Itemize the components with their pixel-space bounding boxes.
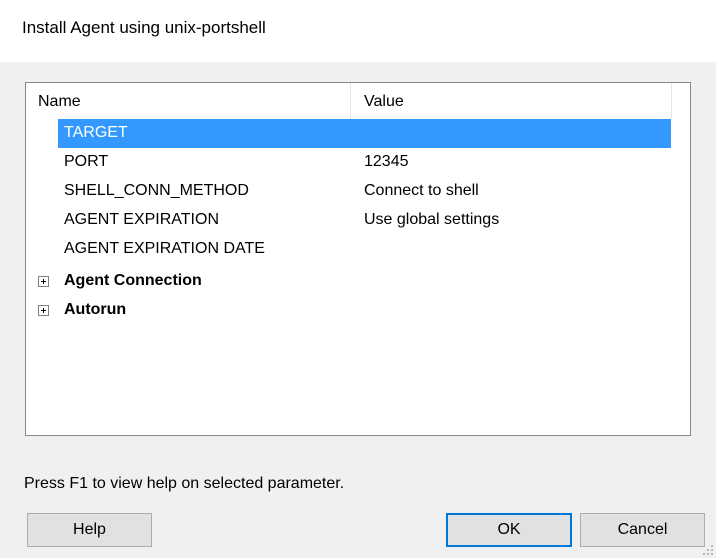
row-name: SHELL_CONN_METHOD: [64, 182, 249, 199]
row-name: AGENT EXPIRATION DATE: [64, 240, 265, 257]
title-bar: Install Agent using unix-portshell: [0, 0, 716, 62]
row-value[interactable]: 12345: [364, 153, 409, 171]
grid-group-autorun[interactable]: Autorun: [26, 296, 690, 325]
group-label: Agent Connection: [64, 272, 202, 289]
group-label: Autorun: [64, 301, 127, 318]
install-agent-dialog: Install Agent using unix-portshell Name …: [0, 0, 716, 558]
selection-highlight: [58, 119, 671, 148]
expand-plus-icon[interactable]: [38, 276, 49, 287]
cancel-button[interactable]: Cancel: [580, 513, 705, 547]
grid-row-agent-expiration-date[interactable]: AGENT EXPIRATION DATE: [26, 235, 690, 264]
parameter-grid[interactable]: Name Value TARGET PORT 12345 SHELL_CONN_…: [25, 82, 691, 436]
column-separator[interactable]: [350, 83, 351, 119]
ok-button[interactable]: OK: [446, 513, 572, 547]
grid-row-agent-expiration[interactable]: AGENT EXPIRATION Use global settings: [26, 206, 690, 235]
help-button[interactable]: Help: [27, 513, 152, 547]
row-name: PORT: [64, 153, 109, 170]
grid-group-agent-connection[interactable]: Agent Connection: [26, 267, 690, 296]
row-name: AGENT EXPIRATION: [64, 211, 219, 228]
column-separator: [671, 83, 672, 119]
grid-row-target[interactable]: TARGET: [26, 119, 690, 148]
column-header-value[interactable]: Value: [364, 93, 404, 111]
expand-plus-icon[interactable]: [38, 305, 49, 316]
row-value[interactable]: Connect to shell: [364, 182, 479, 200]
row-value[interactable]: Use global settings: [364, 211, 499, 229]
help-hint-text: Press F1 to view help on selected parame…: [24, 475, 345, 492]
column-header-name[interactable]: Name: [38, 93, 81, 111]
row-name: TARGET: [64, 124, 128, 141]
resize-grip-icon[interactable]: [702, 544, 714, 556]
grid-row-port[interactable]: PORT 12345: [26, 148, 690, 177]
grid-header: Name Value: [26, 83, 690, 119]
dialog-title: Install Agent using unix-portshell: [22, 18, 266, 37]
grid-row-shell-conn-method[interactable]: SHELL_CONN_METHOD Connect to shell: [26, 177, 690, 206]
